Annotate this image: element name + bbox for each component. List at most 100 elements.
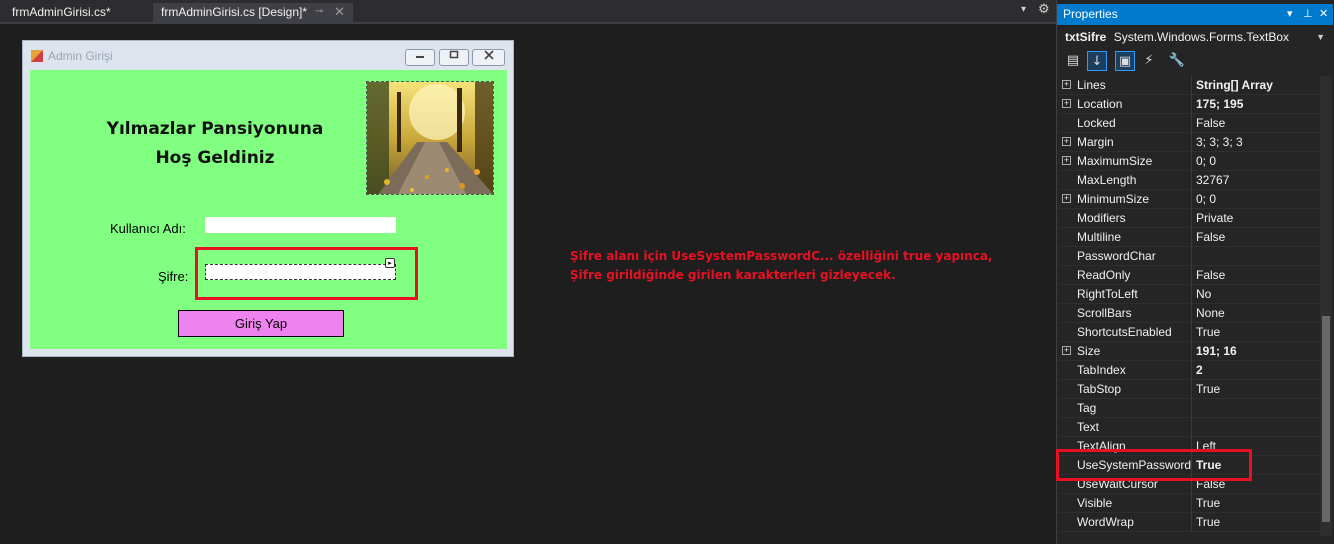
autumn-path-image (367, 82, 493, 194)
picture-box[interactable] (366, 81, 494, 195)
tab-code-file[interactable]: frmAdminGirisi.cs* (4, 3, 150, 23)
expand-plus-icon[interactable]: + (1062, 80, 1071, 89)
property-row[interactable]: + Margin 3; 3; 3; 3 (1059, 133, 1321, 152)
designer-form-window[interactable]: Admin Girişi Yılmazlar Pansiyonuna Hoş Ge… (22, 40, 514, 357)
property-row[interactable]: + MaximumSize 0; 0 (1059, 152, 1321, 171)
property-value[interactable]: True (1196, 494, 1220, 512)
minimize-icon (416, 56, 424, 58)
property-row[interactable]: Visible True (1059, 494, 1321, 513)
property-value[interactable]: No (1196, 285, 1211, 303)
property-value[interactable]: 175; 195 (1196, 95, 1243, 113)
property-pages-wrench-icon[interactable]: 🔧 (1167, 51, 1187, 71)
use-system-password-highlight-box (1056, 449, 1252, 481)
property-row[interactable]: TabStop True (1059, 380, 1321, 399)
property-value[interactable]: Private (1196, 209, 1233, 227)
property-row[interactable]: MaxLength 32767 (1059, 171, 1321, 190)
property-name: WordWrap (1077, 515, 1134, 529)
column-divider (1191, 247, 1192, 266)
property-row[interactable]: Tag (1059, 399, 1321, 418)
username-input[interactable] (205, 217, 396, 233)
property-name: MaximumSize (1077, 154, 1153, 168)
property-value[interactable]: False (1196, 228, 1225, 246)
property-name: Locked (1077, 116, 1116, 130)
property-name: Text (1077, 420, 1100, 434)
properties-toolbar: ▤ ↓ ▣ ⚡ 🔧 (1059, 49, 1333, 74)
property-row[interactable]: Text (1059, 418, 1321, 437)
events-lightning-icon[interactable]: ⚡ (1139, 51, 1159, 71)
close-icon[interactable]: ✕ (334, 3, 345, 21)
expand-plus-icon[interactable]: + (1062, 99, 1071, 108)
property-row[interactable]: + Size 191; 16 (1059, 342, 1321, 361)
property-name: Size (1077, 344, 1101, 358)
expand-plus-icon[interactable]: + (1062, 156, 1071, 165)
panel-dropdown-icon[interactable]: ▾ (1287, 4, 1293, 24)
form-close-button[interactable] (472, 49, 505, 66)
property-row[interactable]: ShortcutsEnabled True (1059, 323, 1321, 342)
close-x-icon (483, 50, 494, 60)
property-row[interactable]: + MinimumSize 0; 0 (1059, 190, 1321, 209)
document-tab-strip: frmAdminGirisi.cs* frmAdminGirisi.cs [De… (0, 0, 1056, 24)
maximize-button[interactable] (439, 49, 469, 66)
property-name: ScrollBars (1077, 306, 1132, 320)
login-button[interactable]: Giriş Yap (178, 310, 344, 337)
properties-view-icon[interactable]: ▣ (1115, 51, 1135, 71)
column-divider (1191, 285, 1192, 304)
property-name: PasswordChar (1077, 249, 1156, 263)
property-row[interactable]: ScrollBars None (1059, 304, 1321, 323)
expand-plus-icon[interactable]: + (1062, 194, 1071, 203)
chevron-down-icon: ▼ (1316, 32, 1325, 42)
property-value[interactable]: True (1196, 323, 1220, 341)
property-value[interactable]: String[] Array (1196, 76, 1273, 94)
form-app-icon (31, 50, 43, 62)
tab-list-dropdown-icon[interactable]: ▾ (1021, 4, 1026, 15)
form-client-area: Yılmazlar Pansiyonuna Hoş Geldiniz Kulla… (30, 70, 507, 349)
property-value[interactable]: None (1196, 304, 1225, 322)
property-row[interactable]: PasswordChar (1059, 247, 1321, 266)
property-row[interactable]: RightToLeft No (1059, 285, 1321, 304)
property-value[interactable]: 3; 3; 3; 3 (1196, 133, 1243, 151)
scrollbar-thumb[interactable] (1322, 316, 1330, 522)
expand-plus-icon[interactable]: + (1062, 137, 1071, 146)
property-row[interactable]: Modifiers Private (1059, 209, 1321, 228)
property-row[interactable]: Multiline False (1059, 228, 1321, 247)
property-row[interactable]: Locked False (1059, 114, 1321, 133)
object-selector[interactable]: txtSifre System.Windows.Forms.TextBox ▼ (1059, 27, 1331, 47)
property-name: Location (1077, 97, 1123, 111)
property-value[interactable]: False (1196, 266, 1225, 284)
minimize-button[interactable] (405, 49, 435, 66)
pin-icon[interactable]: ⊸ (315, 3, 323, 21)
column-divider (1191, 95, 1192, 114)
password-label: Şifre: (158, 269, 189, 284)
property-row[interactable]: WordWrap True (1059, 513, 1321, 532)
pin-icon[interactable]: ⊥ (1303, 4, 1313, 24)
expand-plus-icon[interactable]: + (1062, 346, 1071, 355)
column-divider (1191, 418, 1192, 437)
property-value[interactable]: False (1196, 114, 1225, 132)
column-divider (1191, 76, 1192, 95)
property-value[interactable]: 191; 16 (1196, 342, 1237, 360)
property-row[interactable]: + Location 175; 195 (1059, 95, 1321, 114)
instruction-annotation: Şifre alanı için UseSystemPasswordC... ö… (570, 247, 1010, 285)
property-row[interactable]: + Lines String[] Array (1059, 76, 1321, 95)
panel-close-icon[interactable]: ✕ (1319, 4, 1328, 24)
property-value[interactable]: 32767 (1196, 171, 1229, 189)
properties-title: Properties (1063, 7, 1118, 21)
object-name: txtSifre (1065, 30, 1107, 44)
gear-icon[interactable]: ⚙ (1038, 2, 1050, 17)
column-divider (1191, 171, 1192, 190)
property-value[interactable]: 2 (1196, 361, 1203, 379)
column-divider (1191, 304, 1192, 323)
property-row[interactable]: TabIndex 2 (1059, 361, 1321, 380)
property-value[interactable]: 0; 0 (1196, 152, 1216, 170)
property-value[interactable]: True (1196, 513, 1220, 531)
properties-scrollbar[interactable] (1320, 76, 1332, 536)
property-name: Visible (1077, 496, 1113, 510)
tab-designer-file[interactable]: frmAdminGirisi.cs [Design]* ⊸ ✕ (153, 3, 353, 23)
property-name: TabStop (1077, 382, 1122, 396)
username-label: Kullanıcı Adı: (110, 221, 186, 236)
property-value[interactable]: 0; 0 (1196, 190, 1216, 208)
property-row[interactable]: ReadOnly False (1059, 266, 1321, 285)
alphabetical-view-icon[interactable]: ↓ (1087, 51, 1107, 71)
property-value[interactable]: True (1196, 380, 1220, 398)
categorized-view-icon[interactable]: ▤ (1063, 51, 1083, 71)
